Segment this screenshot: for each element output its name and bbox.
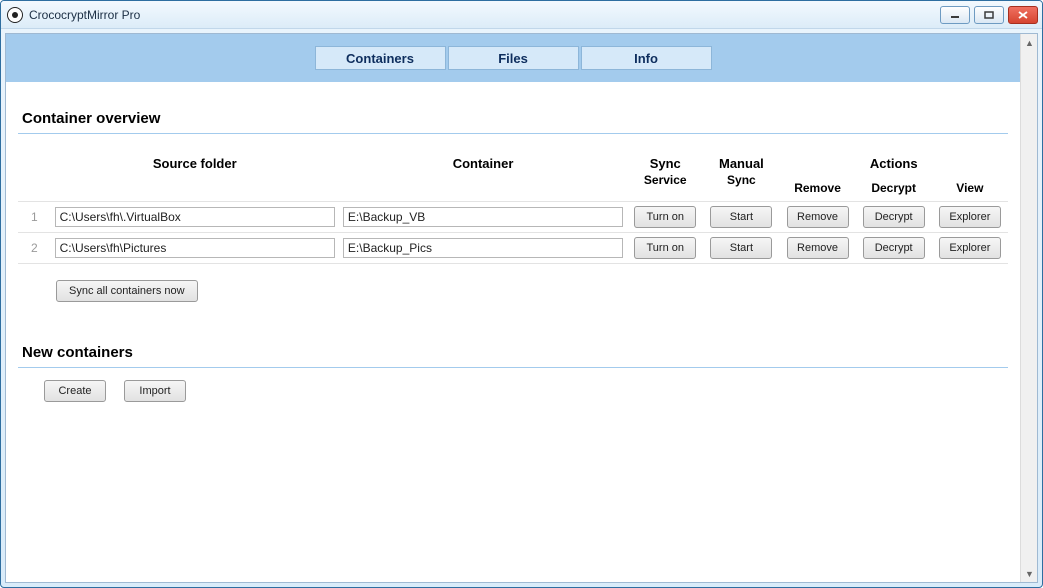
container-path-input[interactable] (343, 238, 623, 258)
table-row: 1 Turn on Start Remove Decrypt Explorer (18, 202, 1008, 233)
th-actions: Actions (779, 152, 1008, 177)
sync-all-row: Sync all containers now (56, 280, 1008, 302)
container-path-input[interactable] (343, 207, 623, 227)
create-button[interactable]: Create (44, 380, 106, 402)
th-manual-sync: Manual Sync (703, 152, 779, 202)
decrypt-button[interactable]: Decrypt (863, 206, 925, 228)
sync-all-button[interactable]: Sync all containers now (56, 280, 198, 302)
close-button[interactable] (1008, 6, 1038, 24)
source-folder-input[interactable] (55, 238, 335, 258)
th-sync-service: Sync Service (627, 152, 703, 202)
th-actions-view: View (932, 177, 1008, 202)
section-new-containers: New containers (18, 344, 1008, 368)
maximize-icon (984, 11, 994, 19)
th-source-folder: Source folder (51, 152, 339, 202)
row-number: 2 (18, 233, 51, 264)
decrypt-button[interactable]: Decrypt (863, 237, 925, 259)
minimize-icon (950, 11, 960, 19)
scroll-down-icon[interactable]: ▼ (1021, 565, 1038, 582)
section-overview: Container overview (18, 110, 1008, 134)
header-tabs: Containers Files Info (6, 34, 1020, 82)
scroll-up-icon[interactable]: ▲ (1021, 34, 1038, 51)
source-folder-input[interactable] (55, 207, 335, 227)
close-icon (1018, 11, 1028, 19)
client-area: Containers Files Info Container overview (5, 33, 1038, 583)
window-controls (940, 6, 1038, 24)
import-button[interactable]: Import (124, 380, 186, 402)
titlebar: CrococryptMirror Pro (1, 1, 1042, 29)
content: Containers Files Info Container overview (6, 34, 1020, 582)
app-icon (7, 7, 23, 23)
page-body: Container overview Source folder (6, 82, 1020, 402)
th-container: Container (339, 152, 627, 202)
remove-button[interactable]: Remove (787, 237, 849, 259)
containers-table-wrap: Source folder Container Sync Service Man… (18, 152, 1008, 264)
sync-service-button[interactable]: Turn on (634, 206, 696, 228)
manual-sync-button[interactable]: Start (710, 237, 772, 259)
containers-table: Source folder Container Sync Service Man… (18, 152, 1008, 264)
vertical-scrollbar[interactable]: ▲ ▼ (1020, 34, 1037, 582)
app-window: CrococryptMirror Pro Containers Files (0, 0, 1043, 588)
th-actions-remove: Remove (779, 177, 855, 202)
row-number: 1 (18, 202, 51, 233)
remove-button[interactable]: Remove (787, 206, 849, 228)
tab-containers[interactable]: Containers (315, 46, 446, 70)
view-button[interactable]: Explorer (939, 237, 1001, 259)
minimize-button[interactable] (940, 6, 970, 24)
new-containers-buttons: Create Import (44, 380, 1008, 402)
table-row: 2 Turn on Start Remove Decrypt Explorer (18, 233, 1008, 264)
tab-files[interactable]: Files (448, 46, 579, 70)
new-containers-title: New containers (18, 344, 1008, 365)
tab-info[interactable]: Info (581, 46, 712, 70)
th-actions-decrypt: Decrypt (856, 177, 932, 202)
manual-sync-button[interactable]: Start (710, 206, 772, 228)
sync-service-button[interactable]: Turn on (634, 237, 696, 259)
view-button[interactable]: Explorer (939, 206, 1001, 228)
overview-title: Container overview (18, 110, 1008, 131)
window-title: CrococryptMirror Pro (29, 8, 140, 22)
maximize-button[interactable] (974, 6, 1004, 24)
